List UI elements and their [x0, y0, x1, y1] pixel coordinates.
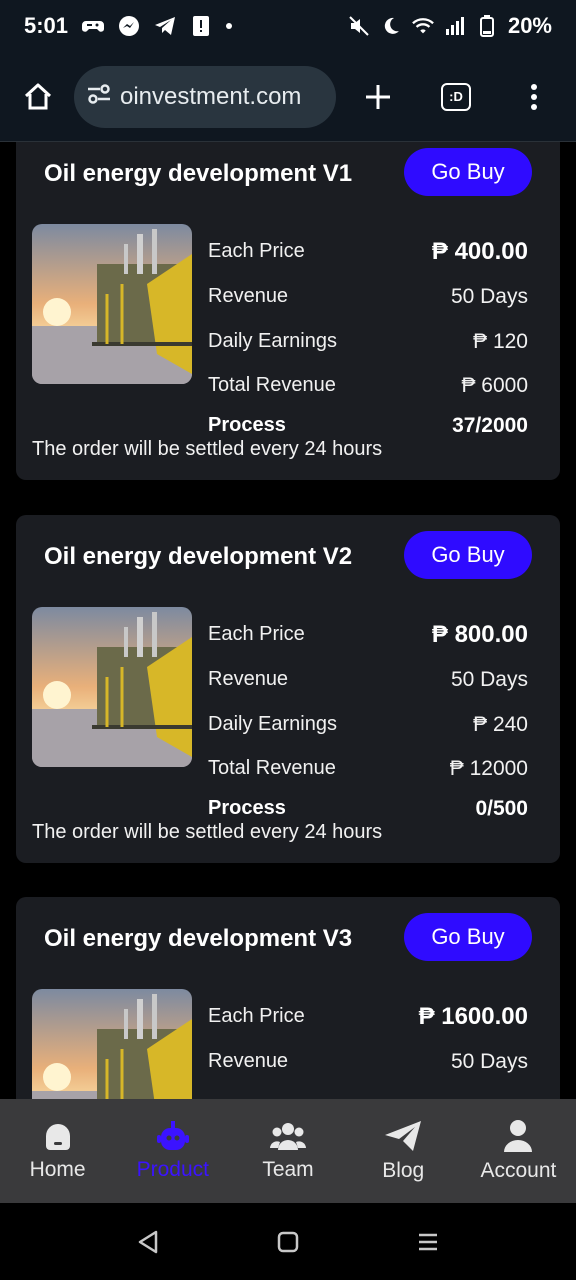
revenue-label: Revenue [208, 1050, 289, 1072]
oil-rig-image [32, 989, 192, 1099]
oil-rig-image [32, 607, 192, 767]
status-time: 5:01 [24, 13, 69, 38]
settlement-note: The order will be settled every 24 hours [32, 438, 383, 460]
bottom-nav: Home Product Team Blog Account [0, 1099, 576, 1203]
go-buy-button[interactable]: Go Buy [404, 531, 532, 579]
home-icon [45, 1124, 70, 1150]
each-price-label: Each Price [208, 623, 305, 645]
team-icon [270, 1123, 306, 1150]
user-icon [504, 1120, 533, 1152]
site-settings-icon[interactable] [86, 83, 112, 110]
total-revenue-value: ₱ 6000 [461, 374, 528, 397]
robot-icon [156, 1121, 189, 1150]
each-price-label: Each Price [208, 1005, 305, 1027]
mute-icon [348, 15, 370, 37]
product-card-v1: Oil energy development V1 Go Buy Each Pr… [16, 142, 560, 480]
wifi-icon [412, 15, 434, 37]
browser-actions: :D [356, 75, 560, 119]
nav-blog-label: Blog [382, 1159, 425, 1182]
oil-rig-image [32, 224, 192, 384]
daily-earnings-value: ₱ 240 [473, 713, 528, 736]
back-triangle-icon [138, 1230, 158, 1253]
product-title: Oil energy development V2 [44, 543, 353, 570]
each-price-value: ₱ 1600.00 [418, 1003, 528, 1030]
go-buy-button[interactable]: Go Buy [404, 913, 532, 961]
nav-home[interactable]: Home [0, 1099, 115, 1203]
status-left: 5:01 [24, 13, 233, 39]
product-title: Oil energy development V3 [44, 925, 353, 952]
game-controller-icon [82, 15, 105, 37]
address-bar[interactable]: oinvestment.com [74, 65, 336, 128]
process-label: Process [208, 414, 286, 436]
url-text: oinvestment.com [120, 82, 302, 110]
nav-product[interactable]: Product [115, 1099, 230, 1203]
status-right: 20% [348, 13, 552, 39]
square-icon [277, 1231, 299, 1252]
nav-team[interactable]: Team [230, 1099, 345, 1203]
revenue-value: 50 Days [450, 668, 528, 691]
nav-account-label: Account [480, 1159, 557, 1182]
each-price-value: ₱ 800.00 [431, 621, 528, 648]
recents-button[interactable] [413, 1227, 443, 1257]
daily-earnings-label: Daily Earnings [208, 330, 337, 352]
each-price-label: Each Price [208, 240, 305, 262]
each-price-value: ₱ 400.00 [431, 238, 528, 265]
home-system-button[interactable] [273, 1227, 303, 1257]
status-bar: 5:01 20% [0, 0, 576, 52]
signal-icon [444, 15, 466, 37]
revenue-value: 50 Days [450, 285, 528, 308]
tab-count: :D [441, 82, 471, 111]
moon-icon [380, 15, 402, 37]
revenue-value: 50 Days [450, 1050, 528, 1073]
go-buy-button[interactable]: Go Buy [404, 148, 532, 196]
app-root: 5:01 20% oinvestment.com:D Oil energy d… [0, 0, 576, 1280]
nav-home-label: Home [29, 1158, 86, 1181]
product-title: Oil energy development V1 [44, 160, 353, 187]
total-revenue-label: Total Revenue [208, 757, 336, 779]
notification-dot [226, 23, 233, 29]
system-nav-bar [0, 1203, 576, 1280]
daily-earnings-value: ₱ 120 [473, 330, 528, 353]
browser-toolbar: oinvestment.com :D [0, 52, 576, 142]
alert-icon [190, 15, 212, 37]
plus-icon [366, 84, 390, 109]
settlement-note: The order will be settled every 24 hours [32, 821, 383, 843]
revenue-label: Revenue [208, 668, 289, 690]
nav-account[interactable]: Account [461, 1099, 576, 1203]
back-button[interactable] [133, 1227, 163, 1257]
menu-lines-icon [419, 1233, 437, 1250]
browser-home-icon [24, 83, 52, 109]
battery-icon [476, 15, 498, 37]
messenger-icon [118, 15, 140, 37]
product-card-v3: Oil energy development V3 Go Buy Each Pr… [16, 897, 560, 1099]
process-label: Process [208, 797, 286, 819]
total-revenue-value: ₱ 12000 [449, 757, 528, 780]
process-value: 0/500 [475, 797, 528, 820]
menu-button[interactable] [512, 75, 556, 119]
telegram-icon [154, 15, 176, 37]
nav-blog[interactable]: Blog [346, 1099, 461, 1203]
product-card-v2: Oil energy development V2 Go Buy Each Pr… [16, 515, 560, 863]
new-tab-button[interactable] [356, 75, 400, 119]
nav-product-label: Product [136, 1158, 209, 1181]
battery-percent: 20% [507, 13, 552, 38]
revenue-label: Revenue [208, 285, 289, 307]
more-vert-icon [531, 83, 537, 110]
daily-earnings-label: Daily Earnings [208, 713, 337, 735]
total-revenue-label: Total Revenue [208, 374, 336, 396]
nav-team-label: Team [262, 1158, 314, 1181]
send-icon [385, 1121, 422, 1151]
product-list[interactable]: Oil energy development V1 Go Buy Each Pr… [0, 142, 576, 1099]
home-button[interactable] [16, 75, 60, 119]
tab-switcher-button[interactable]: :D [434, 75, 478, 119]
process-value: 37/2000 [452, 414, 528, 437]
